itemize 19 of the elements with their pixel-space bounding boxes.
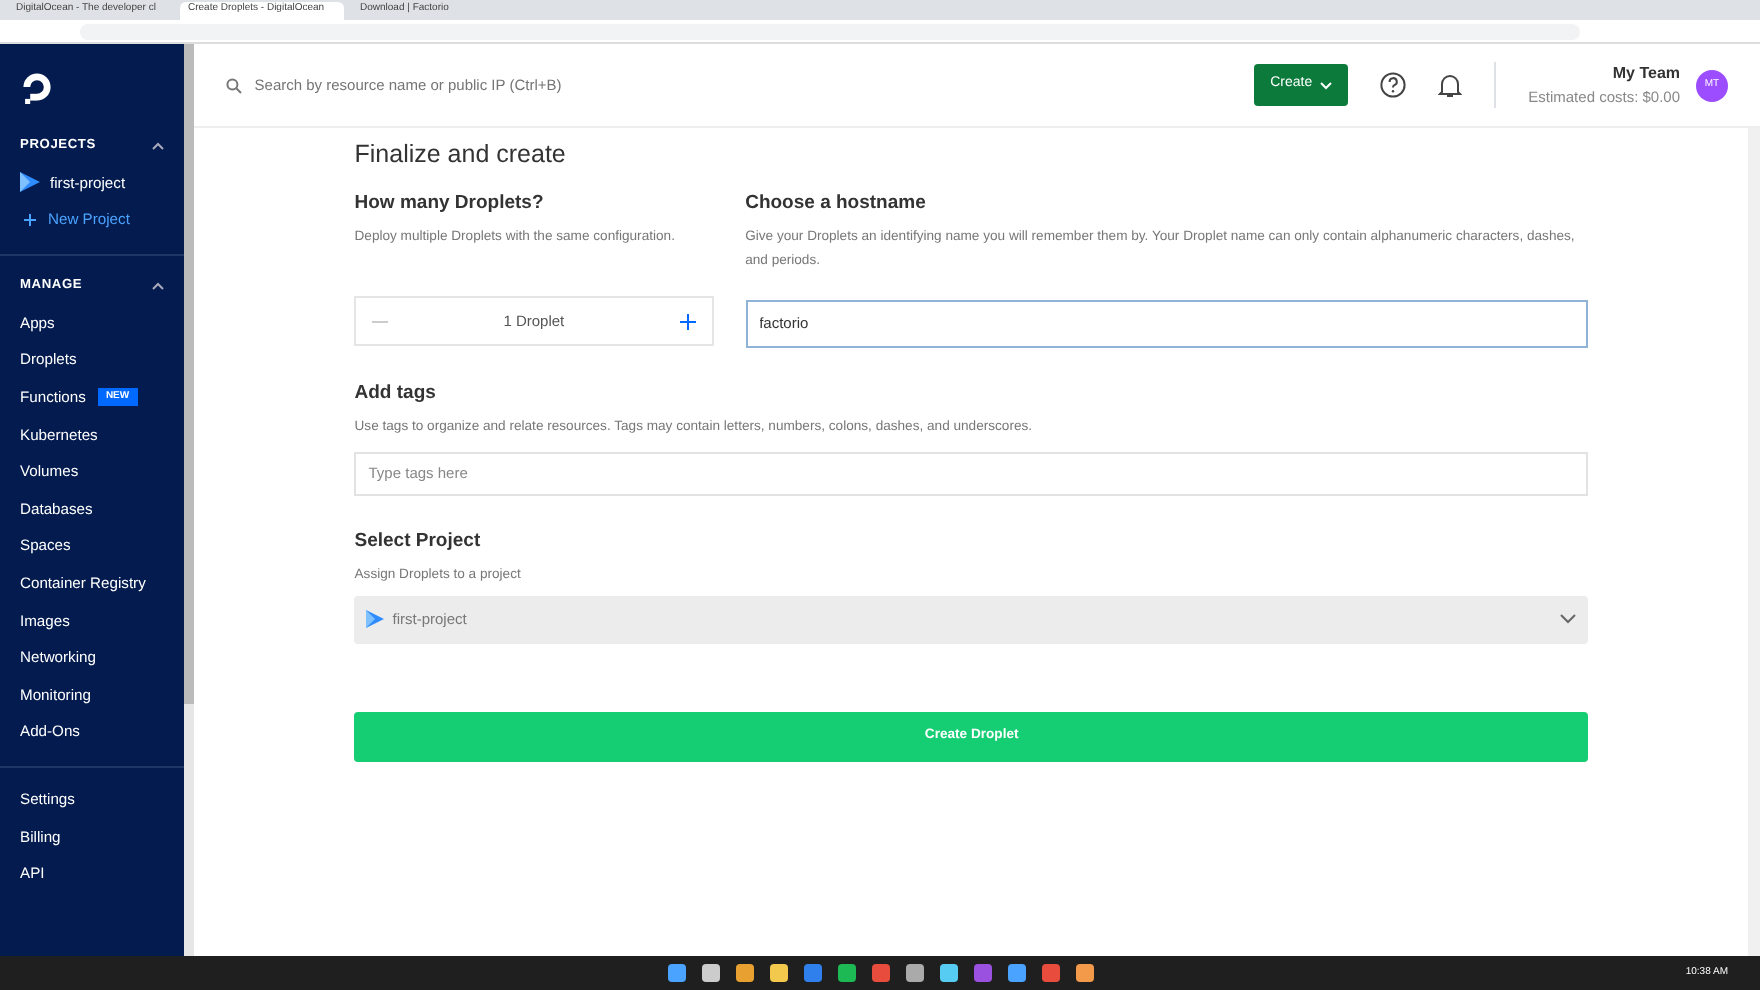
collapse-caret-icon[interactable] [151, 282, 164, 291]
search-icon [226, 77, 243, 93]
project-icon [366, 610, 385, 629]
field-heading: Choose a hostname [745, 189, 928, 218]
field-heading: Add tags [354, 379, 438, 407]
project-icon [20, 172, 40, 193]
collapse-caret-icon[interactable] [151, 142, 164, 150]
chevron-icon [1320, 81, 1333, 89]
logo-icon[interactable] [20, 69, 54, 103]
field-heading: How many Droplets? [354, 189, 546, 218]
section-title: Finalize and create [354, 138, 568, 172]
plus-icon[interactable] [679, 313, 696, 329]
chevron-icon [1560, 614, 1577, 625]
field-heading: Select Project [354, 527, 483, 556]
plus-icon [24, 213, 36, 226]
notifications-icon[interactable] [1438, 72, 1463, 98]
team-name: My Team [1610, 61, 1681, 86]
help-icon[interactable] [1380, 72, 1407, 98]
scrollbar-thumb[interactable] [183, 44, 195, 704]
